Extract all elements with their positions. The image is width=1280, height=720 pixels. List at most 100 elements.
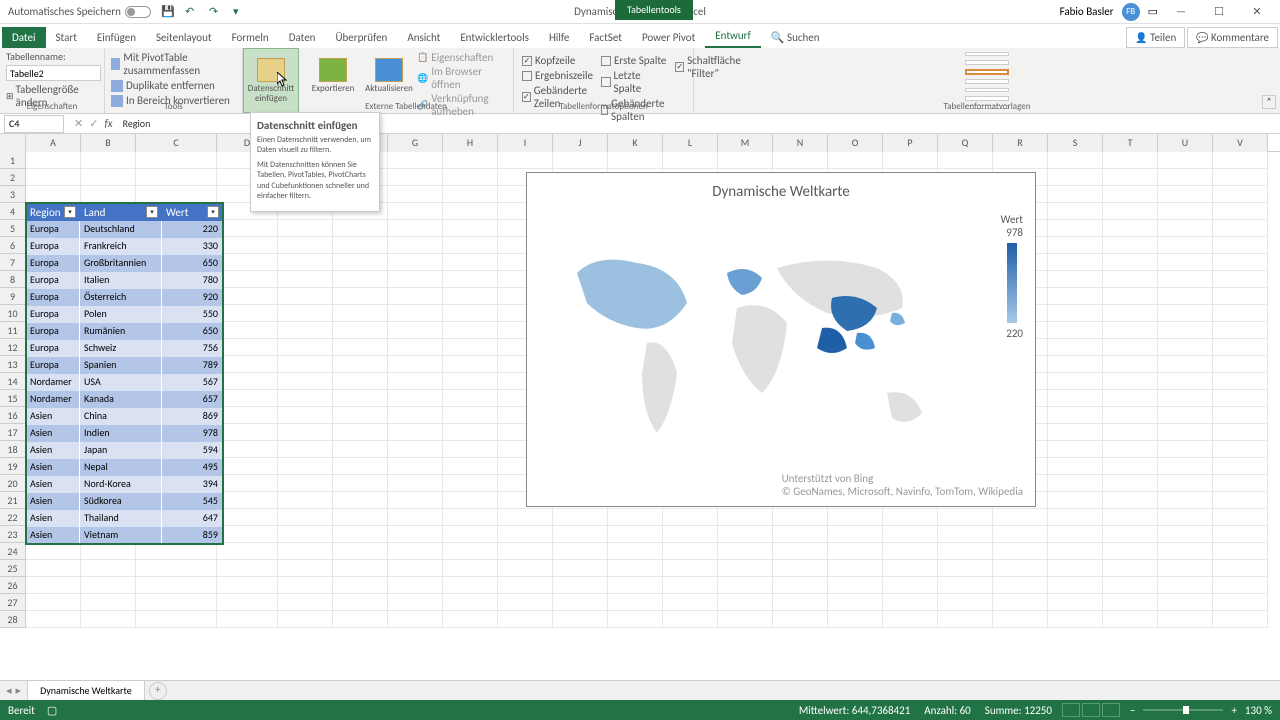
row-header-8[interactable]: 8 [0,271,26,288]
row-header-12[interactable]: 12 [0,339,26,356]
row-header-9[interactable]: 9 [0,288,26,305]
filter-icon[interactable]: ▾ [64,206,76,218]
refresh-button[interactable]: Aktualisieren [361,50,417,101]
table-header-wert[interactable]: Wert▾ [162,203,223,221]
zoom-level[interactable]: 130 % [1245,704,1272,717]
first-col-check[interactable]: Erste Spalte [601,54,667,67]
maximize-button[interactable]: ☐ [1204,2,1234,22]
table-row[interactable]: EuropaRumänien650 [26,323,223,340]
col-header-K[interactable]: K [608,134,663,152]
table-row[interactable]: EuropaFrankreich330 [26,238,223,255]
col-header-L[interactable]: L [663,134,718,152]
row-header-19[interactable]: 19 [0,458,26,475]
table-name-input[interactable] [6,65,101,81]
row-header-5[interactable]: 5 [0,220,26,237]
col-header-U[interactable]: U [1158,134,1213,152]
table-row[interactable]: AsienVietnam859 [26,527,223,544]
sheet-tab-active[interactable]: Dynamische Weltkarte [27,680,145,702]
table-row[interactable]: NordamerUSA567 [26,374,223,391]
row-header-20[interactable]: 20 [0,475,26,492]
header-row-check[interactable]: Kopfzeile [522,54,593,67]
table-row[interactable]: EuropaItalien780 [26,272,223,289]
col-header-C[interactable]: C [136,134,217,152]
tab-insert[interactable]: Einfügen [87,27,146,48]
insert-slicer-button[interactable]: Datenschnitt einfügen [243,48,299,113]
zoom-out-button[interactable]: − [1130,704,1135,717]
page-layout-button[interactable] [1082,703,1100,717]
table-style-5[interactable] [965,88,1009,92]
tab-view[interactable]: Ansicht [397,27,450,48]
row-header-27[interactable]: 27 [0,594,26,611]
page-break-button[interactable] [1102,703,1120,717]
table-style-1[interactable] [965,52,1009,56]
tab-file[interactable]: Datei [2,27,46,48]
autosave-toggle[interactable]: Automatisches Speichern [8,5,151,18]
col-header-O[interactable]: O [828,134,883,152]
table-row[interactable]: AsienJapan594 [26,442,223,459]
zoom-slider[interactable] [1143,709,1223,711]
table-row[interactable]: AsienThailand647 [26,510,223,527]
user-name[interactable]: Fabio Basler [1060,5,1114,18]
tab-start[interactable]: Start [46,27,87,48]
tab-powerpivot[interactable]: Power Pivot [632,27,705,48]
search-box[interactable]: 🔍 Suchen [761,27,830,48]
table-style-2[interactable] [965,60,1009,64]
col-header-S[interactable]: S [1048,134,1103,152]
tab-formulas[interactable]: Formeln [222,27,279,48]
save-icon[interactable]: 💾 [161,5,175,19]
row-header-23[interactable]: 23 [0,526,26,543]
comments-button[interactable]: 💬 Kommentare [1187,27,1278,48]
row-header-28[interactable]: 28 [0,611,26,628]
row-header-24[interactable]: 24 [0,543,26,560]
table-row[interactable]: EuropaÖsterreich920 [26,289,223,306]
row-header-16[interactable]: 16 [0,407,26,424]
select-all-corner[interactable] [0,134,26,152]
col-header-A[interactable]: A [26,134,81,152]
col-header-M[interactable]: M [718,134,773,152]
table-row[interactable]: AsienNepal495 [26,459,223,476]
toggle-switch[interactable] [125,6,151,18]
row-header-15[interactable]: 15 [0,390,26,407]
col-header-B[interactable]: B [81,134,136,152]
macro-record-icon[interactable]: ▢ [47,704,57,717]
table-row[interactable]: AsienChina869 [26,408,223,425]
table-row[interactable]: EuropaPolen550 [26,306,223,323]
table-style-4[interactable] [965,79,1009,83]
sheet-next-icon[interactable]: ▸ [16,684,22,697]
redo-icon[interactable]: ↷ [209,5,223,19]
col-header-N[interactable]: N [773,134,828,152]
zoom-in-button[interactable]: + [1231,704,1236,717]
table-row[interactable]: AsienNord-Korea394 [26,476,223,493]
tab-review[interactable]: Überprüfen [325,27,397,48]
table-row[interactable]: EuropaSchweiz756 [26,340,223,357]
customize-icon[interactable]: ▾ [233,5,247,19]
share-button[interactable]: 👤 Teilen [1126,27,1185,48]
tab-data[interactable]: Daten [279,27,326,48]
col-header-I[interactable]: I [498,134,553,152]
row-header-11[interactable]: 11 [0,322,26,339]
map-chart[interactable]: Dynamische Weltkarte Wert 978 220 [526,172,1036,507]
tab-help[interactable]: Hilfe [539,27,579,48]
table-row[interactable]: EuropaSpanien789 [26,357,223,374]
collapse-ribbon-button[interactable]: ^ [1262,95,1276,109]
tab-factset[interactable]: FactSet [579,27,632,48]
col-header-G[interactable]: G [388,134,443,152]
spreadsheet-grid[interactable]: ABCDEFGHIJKLMNOPQRSTUV 12345678910111213… [0,134,1280,654]
row-header-7[interactable]: 7 [0,254,26,271]
row-header-10[interactable]: 10 [0,305,26,322]
normal-view-button[interactable] [1062,703,1080,717]
table-row[interactable]: EuropaGroßbritannien650 [26,255,223,272]
row-header-26[interactable]: 26 [0,577,26,594]
col-header-J[interactable]: J [553,134,608,152]
row-header-18[interactable]: 18 [0,441,26,458]
row-header-3[interactable]: 3 [0,186,26,203]
pivot-summary-button[interactable]: Mit PivotTable zusammenfassen [111,51,236,77]
row-header-2[interactable]: 2 [0,169,26,186]
add-sheet-button[interactable]: + [149,682,167,700]
row-header-14[interactable]: 14 [0,373,26,390]
row-header-4[interactable]: 4 [0,203,26,220]
last-col-check[interactable]: Letzte Spalte [601,69,667,95]
export-button[interactable]: Exportieren [305,50,361,101]
row-header-1[interactable]: 1 [0,152,26,169]
table-style-3[interactable] [965,69,1009,75]
